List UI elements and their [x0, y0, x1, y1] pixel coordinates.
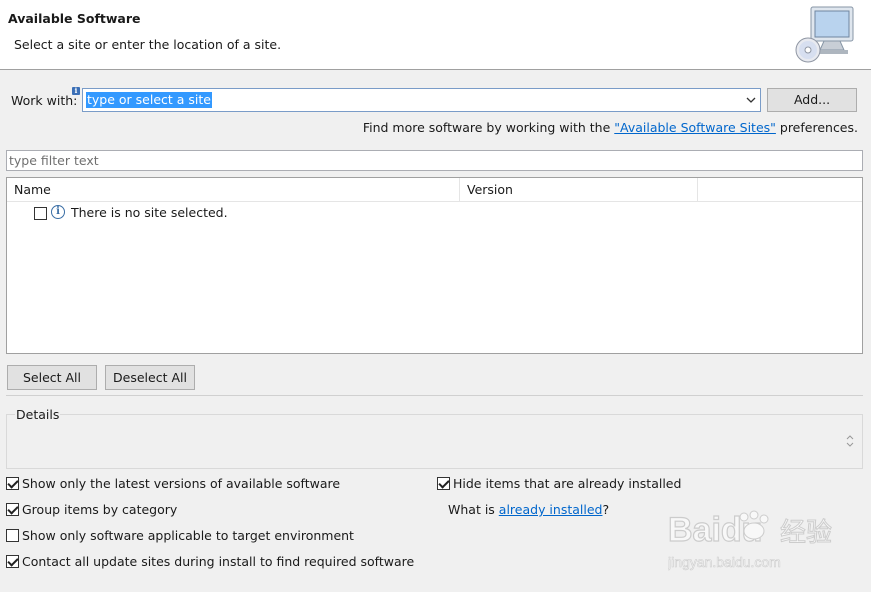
hide-installed-label: Hide items that are already installed — [453, 476, 682, 491]
option-target-environment[interactable]: Show only software applicable to target … — [6, 528, 406, 544]
info-circle-icon: i — [51, 205, 65, 219]
group-by-category-checkbox[interactable] — [6, 503, 19, 516]
scroll-arrows-icon[interactable] — [845, 433, 855, 449]
latest-versions-label: Show only the latest versions of availab… — [22, 476, 341, 491]
info-icon: i — [72, 87, 80, 95]
deselect-all-button[interactable]: Deselect All — [105, 365, 195, 390]
column-header-version[interactable]: Version — [460, 178, 698, 202]
software-table: Name Version i There is no site selected… — [6, 177, 863, 354]
add-site-button[interactable]: Add... — [767, 88, 857, 112]
table-header: Name Version — [7, 178, 862, 202]
what-is-installed-text: What is already installed? — [448, 502, 609, 517]
target-environment-checkbox[interactable] — [6, 529, 19, 542]
group-by-category-label: Group items by category — [22, 502, 178, 517]
work-with-label: Work with: — [11, 93, 78, 108]
column-header-name[interactable]: Name — [7, 178, 460, 202]
option-hide-installed[interactable]: Hide items that are already installed — [437, 476, 737, 492]
details-divider — [6, 395, 863, 396]
watermark-url: jingyan.baidu.com — [668, 554, 781, 570]
site-combo-input[interactable]: type or select a site — [82, 88, 761, 112]
find-more-text: Find more software by working with the "… — [363, 120, 858, 135]
watermark-brand-cn: 经验 — [780, 518, 832, 548]
what-is-suffix: ? — [602, 502, 610, 517]
select-all-button[interactable]: Select All — [7, 365, 97, 390]
option-contact-update-sites[interactable]: Contact all update sites during install … — [6, 554, 426, 570]
option-latest-versions[interactable]: Show only the latest versions of availab… — [6, 476, 406, 492]
site-combo-text[interactable]: type or select a site — [86, 92, 212, 108]
monitor-cd-icon — [795, 6, 854, 63]
hide-installed-checkbox[interactable] — [437, 477, 450, 490]
details-label: Details — [15, 407, 61, 422]
available-software-sites-link[interactable]: "Available Software Sites" — [614, 120, 776, 135]
header-banner: Available Software Select a site or ente… — [0, 0, 871, 70]
row-text: There is no site selected. — [71, 205, 228, 220]
latest-versions-checkbox[interactable] — [6, 477, 19, 490]
page-title: Available Software — [8, 11, 141, 26]
filter-input[interactable]: type filter text — [6, 150, 863, 171]
find-more-prefix: Find more software by working with the — [362, 120, 615, 135]
contact-update-sites-label: Contact all update sites during install … — [22, 554, 415, 569]
baidu-watermark-logo: Baidu 经验 jingyan.baidu.com — [668, 510, 833, 570]
target-environment-label: Show only software applicable to target … — [22, 528, 354, 543]
details-box — [6, 414, 863, 469]
already-installed-link[interactable]: already installed — [499, 502, 603, 517]
what-is-prefix: What is — [448, 502, 499, 517]
chevron-down-icon[interactable] — [746, 92, 756, 108]
find-more-suffix: preferences. — [775, 120, 858, 135]
page-description: Select a site or enter the location of a… — [14, 37, 282, 52]
option-group-by-category[interactable]: Group items by category — [6, 502, 406, 518]
row-checkbox[interactable] — [34, 207, 47, 220]
contact-update-sites-checkbox[interactable] — [6, 555, 19, 568]
table-row[interactable]: i There is no site selected. — [7, 202, 862, 224]
